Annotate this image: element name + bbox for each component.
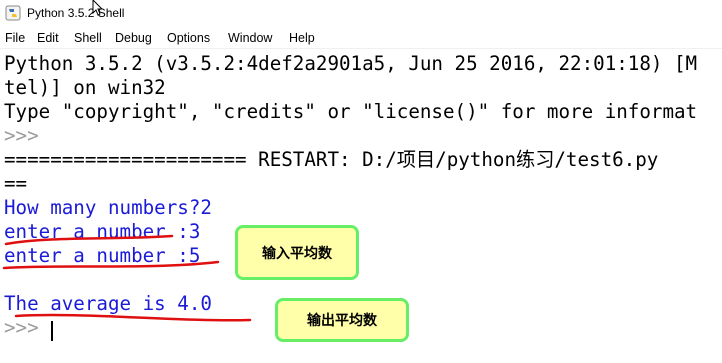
shell-prompt: >>> <box>4 124 39 147</box>
output-note-label: 输出平均数 <box>275 298 409 342</box>
menu-bar: File Edit Shell Debug Options Window Hel… <box>0 28 722 49</box>
menu-file[interactable]: File <box>5 31 25 45</box>
mouse-pointer-icon <box>92 0 104 16</box>
python-icon <box>5 5 21 21</box>
banner-line-3: Type "copyright", "credits" or "license(… <box>4 100 698 123</box>
restart-line: ===================== RESTART: D:/项目/pyt… <box>4 148 659 171</box>
menu-debug[interactable]: Debug <box>115 31 152 45</box>
menu-window[interactable]: Window <box>228 31 272 45</box>
stdout-line: How many numbers?2 <box>4 196 212 219</box>
stdout-line: enter a number :3 <box>4 220 201 243</box>
title-bar: Python 3.5.2 Shell <box>0 0 722 28</box>
restart-line-tail: == <box>4 172 28 195</box>
text-cursor <box>51 321 53 341</box>
stdout-line: enter a number :5 <box>4 244 201 267</box>
window-title: Python 3.5.2 Shell <box>27 6 125 20</box>
menu-edit[interactable]: Edit <box>37 31 59 45</box>
menu-help[interactable]: Help <box>289 31 315 45</box>
final-prompt: >>> <box>4 316 39 339</box>
input-note-label: 输入平均数 <box>235 225 359 280</box>
banner-line-1: Python 3.5.2 (v3.5.2:4def2a2901a5, Jun 2… <box>4 52 698 75</box>
menu-shell[interactable]: Shell <box>74 31 102 45</box>
average-result-line: The average is 4.0 <box>4 292 212 315</box>
menu-options[interactable]: Options <box>167 31 210 45</box>
banner-line-2: tel)] on win32 <box>4 76 166 99</box>
